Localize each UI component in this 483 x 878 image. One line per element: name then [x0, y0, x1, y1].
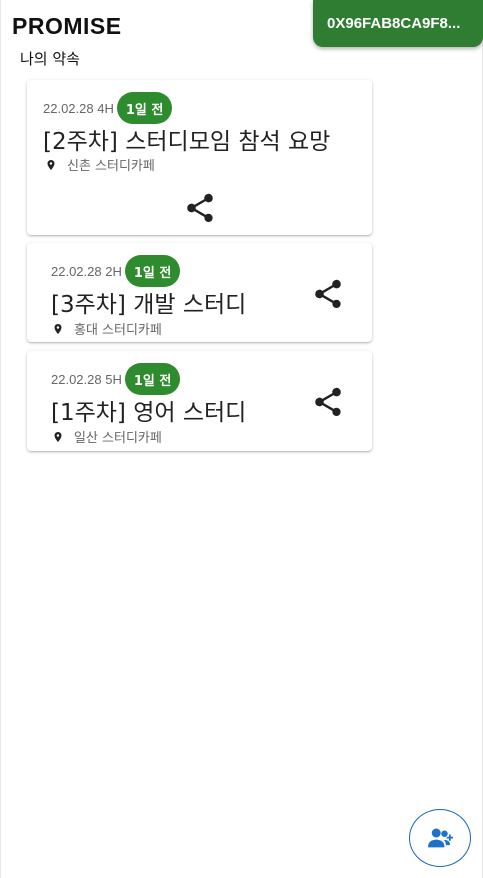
share-button[interactable]: [310, 384, 346, 420]
share-button[interactable]: [310, 276, 346, 312]
promise-date: 22.02.28 2H: [51, 263, 122, 279]
promise-title: [3주차] 개발 스터디: [51, 292, 247, 318]
promise-title: [1주차] 영어 스터디: [51, 400, 247, 426]
promise-meta: 22.02.28 4H 1일 전: [43, 92, 173, 124]
promise-location: 신촌 스터디카페: [45, 155, 155, 174]
location-label: 일산 스터디카페: [74, 431, 162, 446]
promise-location: 홍대 스터디카페: [52, 319, 162, 338]
location-pin-icon: [54, 431, 62, 442]
location-label: 신촌 스터디카페: [67, 159, 155, 174]
promise-meta: 22.02.28 2H 1일 전: [51, 255, 181, 287]
location-label: 홍대 스터디카페: [74, 323, 162, 338]
promise-card[interactable]: 22.02.28 2H 1일 전 [3주차] 개발 스터디 홍대 스터디카페: [27, 243, 372, 342]
promise-title: [2주차] 스터디모임 참석 요망: [43, 129, 331, 155]
share-button[interactable]: [182, 190, 218, 226]
wallet-address-button[interactable]: 0X96FAB8CA9F8...: [313, 0, 483, 47]
promise-location: 일산 스터디카페: [52, 427, 162, 446]
promise-date: 22.02.28 5H: [51, 371, 122, 387]
promise-card[interactable]: 22.02.28 4H 1일 전 [2주차] 스터디모임 참석 요망 신촌 스터…: [27, 80, 372, 235]
location-pin-icon: [47, 159, 55, 170]
add-friend-button[interactable]: [409, 809, 471, 867]
days-left-badge: 1일 전: [124, 363, 181, 395]
share-icon: [187, 193, 213, 223]
share-icon: [315, 387, 341, 417]
app-frame: PROMISE 나의 약속 0X96FAB8CA9F8... 22.02.28 …: [0, 0, 483, 878]
location-pin-icon: [54, 323, 62, 334]
promise-date: 22.02.28 4H: [43, 100, 114, 116]
days-left-badge: 1일 전: [124, 255, 181, 287]
promise-card[interactable]: 22.02.28 5H 1일 전 [1주차] 영어 스터디 일산 스터디카페: [27, 351, 372, 451]
days-left-badge: 1일 전: [116, 92, 173, 124]
app-title: PROMISE: [12, 13, 122, 39]
page-subtitle: 나의 약속: [20, 50, 80, 68]
share-icon: [315, 279, 341, 309]
promise-meta: 22.02.28 5H 1일 전: [51, 363, 181, 395]
add-friend-icon: [428, 828, 453, 848]
